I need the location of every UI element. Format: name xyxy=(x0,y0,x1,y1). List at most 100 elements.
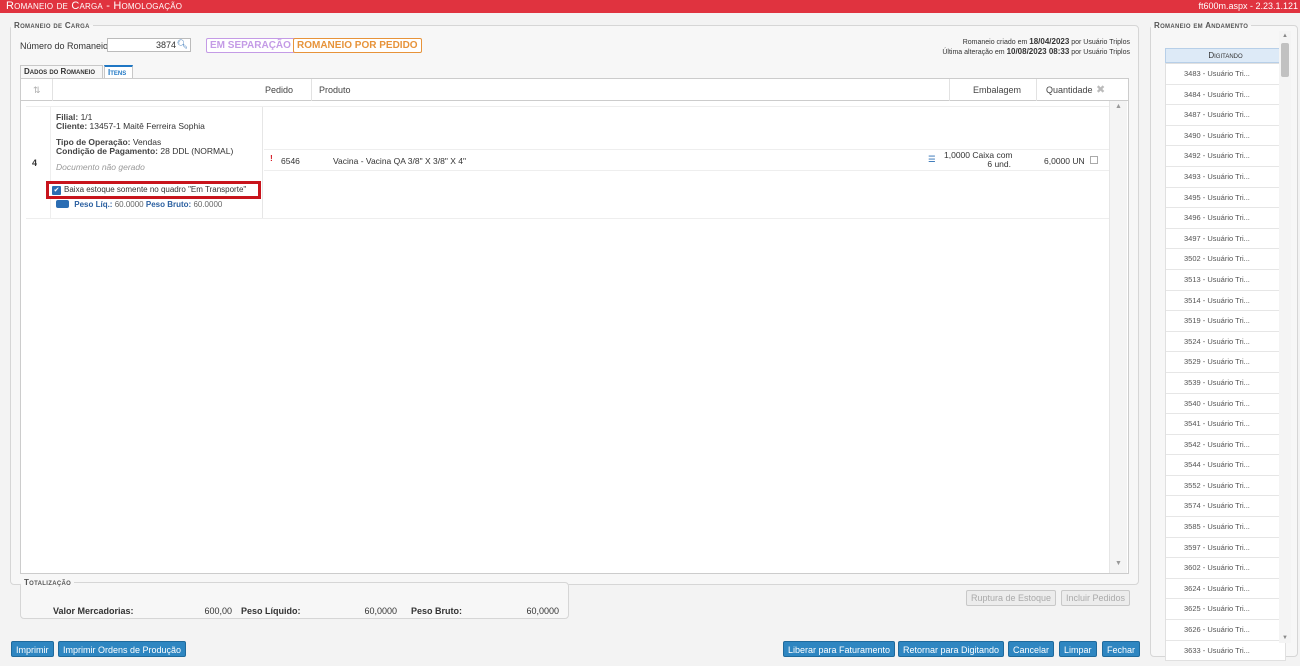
col-embalagem[interactable]: Embalagem xyxy=(973,79,1021,101)
ruptura-estoque-button[interactable]: Ruptura de Estoque xyxy=(966,590,1057,606)
sidebar-item[interactable]: 3602 - Usuário Tri... xyxy=(1166,558,1285,579)
version-label: ft600m.aspx - 2.23.1.121 xyxy=(1198,1,1298,11)
peso-bruto-total-label: Peso Bruto: xyxy=(411,606,463,616)
romaneio-andamento-panel: Romaneio em Andamento Digitando 3483 - U… xyxy=(1150,21,1298,661)
embalagem-line2: 6 und. xyxy=(987,159,1011,169)
peso-liquido-value: 60,0000 xyxy=(364,606,397,616)
sidebar-item[interactable]: 3502 - Usuário Tri... xyxy=(1166,249,1285,270)
items-grid: ⇅ Pedido Produto Embalagem Quantidade ✖ … xyxy=(20,78,1129,574)
sidebar-list: 3483 - Usuário Tri... 3484 - Usuário Tri.… xyxy=(1165,63,1286,661)
created-info: Romaneio criado em 18/04/2023 por Usuári… xyxy=(963,37,1130,47)
modified-info: Última alteração em 10/08/2023 08:33 por… xyxy=(942,47,1130,57)
fechar-button[interactable]: Fechar xyxy=(1102,641,1141,657)
imprimir-button[interactable]: Imprimir xyxy=(11,641,54,657)
valor-mercadorias-label: Valor Mercadorias: xyxy=(53,606,134,616)
sidebar-item[interactable]: 3493 - Usuário Tri... xyxy=(1166,167,1285,188)
sidebar-item[interactable]: 3487 - Usuário Tri... xyxy=(1166,105,1285,126)
sidebar-item[interactable]: 3514 - Usuário Tri... xyxy=(1166,291,1285,312)
sidebar-item[interactable]: 3483 - Usuário Tri... xyxy=(1166,64,1285,85)
sidebar-item[interactable]: 3492 - Usuário Tri... xyxy=(1166,146,1285,167)
list-icon[interactable]: ☰ xyxy=(928,154,936,165)
sidebar-item[interactable]: 3585 - Usuário Tri... xyxy=(1166,517,1285,538)
peso-bruto-label: Peso Bruto: xyxy=(145,200,192,209)
sidebar-item[interactable]: 3490 - Usuário Tri... xyxy=(1166,126,1285,147)
search-icon[interactable]: 🔍︎ xyxy=(177,39,188,50)
baixa-estoque-label: Baixa estoque somente no quadro "Em Tran… xyxy=(64,185,247,194)
col-quantidade[interactable]: Quantidade xyxy=(1046,79,1093,101)
tab-itens[interactable]: Itens xyxy=(104,65,133,78)
weight-info: Peso Líq.: 60.0000 Peso Bruto: 60.0000 xyxy=(56,200,222,209)
sidebar-item[interactable]: 3496 - Usuário Tri... xyxy=(1166,208,1285,229)
peso-liq-value: 60.0000 xyxy=(114,200,144,209)
table-row[interactable]: 4 Filial: 1/1 Cliente: 13457-1 Maitê Fer… xyxy=(26,106,1109,219)
sidebar-item[interactable]: 3625 - Usuário Tri... xyxy=(1166,599,1285,621)
col-pedido[interactable]: Pedido xyxy=(265,79,293,101)
incluir-pedidos-button[interactable]: Incluir Pedidos xyxy=(1061,590,1131,606)
window-title: Romaneio de Carga - Homologação xyxy=(6,0,183,12)
sidebar-item[interactable]: 3542 - Usuário Tri... xyxy=(1166,435,1285,456)
created-prefix: Romaneio criado em xyxy=(962,39,1028,46)
baixa-estoque-checkbox-highlight: ✔ Baixa estoque somente no quadro "Em Tr… xyxy=(46,181,261,199)
retornar-digitando-button[interactable]: Retornar para Digitando xyxy=(898,641,1005,657)
peso-bruto-value: 60.0000 xyxy=(193,200,223,209)
sidebar-scrollbar[interactable]: ▲ ▼ xyxy=(1279,31,1291,643)
sidebar-item[interactable]: 3552 - Usuário Tri... xyxy=(1166,476,1285,497)
sidebar-item[interactable]: 3497 - Usuário Tri... xyxy=(1166,229,1285,250)
condicao-pagamento-value: 28 DDL (NORMAL) xyxy=(160,146,234,156)
sidebar-item[interactable]: 3633 - Usuário Tri... xyxy=(1166,641,1285,660)
sidebar-item[interactable]: 3484 - Usuário Tri... xyxy=(1166,85,1285,106)
sidebar-header-digitando[interactable]: Digitando xyxy=(1165,48,1286,63)
item-embalagem: 1,0000 Caixa com 6 und. xyxy=(944,151,1013,169)
grid-header: ⇅ Pedido Produto Embalagem Quantidade ✖ xyxy=(21,79,1128,101)
status-badge-pedido: ROMANEIO POR PEDIDO xyxy=(293,38,422,53)
sidebar-item[interactable]: 3624 - Usuário Tri... xyxy=(1166,579,1285,600)
peso-liquido-label: Peso Líquido: xyxy=(241,606,301,616)
totalizacao-panel: Totalização Valor Mercadorias: 600,00 Pe… xyxy=(20,578,569,619)
sidebar-item[interactable]: 3519 - Usuário Tri... xyxy=(1166,311,1285,332)
doc-status: Documento não gerado xyxy=(56,162,145,172)
title-bar: Romaneio de Carga - Homologação ft600m.a… xyxy=(0,0,1300,13)
cancelar-button[interactable]: Cancelar xyxy=(1008,641,1055,657)
clear-columns-icon[interactable]: ✖ xyxy=(1096,79,1105,101)
sidebar-item[interactable]: 3626 - Usuário Tri... xyxy=(1166,620,1285,641)
sidebar-item[interactable]: 3597 - Usuário Tri... xyxy=(1166,538,1285,559)
sidebar-item[interactable]: 3524 - Usuário Tri... xyxy=(1166,332,1285,353)
sidebar-item[interactable]: 3544 - Usuário Tri... xyxy=(1166,455,1285,476)
warning-icon: ! xyxy=(270,153,273,163)
sidebar-legend: Romaneio em Andamento xyxy=(1154,21,1249,30)
modified-date: 10/08/2023 08:33 xyxy=(1006,47,1070,56)
grid-scrollbar[interactable]: ▲ ▼ xyxy=(1109,101,1127,573)
col-produto[interactable]: Produto xyxy=(319,79,351,101)
sidebar-item[interactable]: 3574 - Usuário Tri... xyxy=(1166,496,1285,518)
liberar-faturamento-button[interactable]: Liberar para Faturamento xyxy=(783,641,896,657)
item-pedido: 6546 xyxy=(281,156,300,166)
sidebar-item[interactable]: 3540 - Usuário Tri... xyxy=(1166,394,1285,415)
created-by: por Usuário Triplos xyxy=(1071,39,1130,46)
baixa-estoque-checkbox[interactable]: ✔ xyxy=(52,186,61,195)
item-row[interactable]: ! 6546 Vacina - Vacina QA 3/8" X 3/8" X … xyxy=(264,149,1109,171)
condicao-pagamento-label: Condição de Pagamento: xyxy=(56,146,159,156)
modified-by: por Usuário Triplos xyxy=(1071,49,1130,56)
sidebar-item[interactable]: 3529 - Usuário Tri... xyxy=(1166,352,1285,373)
numero-input[interactable]: 3874 🔍︎ xyxy=(107,38,191,52)
sidebar-scroll-thumb[interactable] xyxy=(1281,43,1289,77)
created-date: 18/04/2023 xyxy=(1029,37,1070,46)
imprimir-ordens-button[interactable]: Imprimir Ordens de Produção xyxy=(58,641,187,657)
truck-icon xyxy=(56,200,69,208)
romaneio-details-cell: Filial: 1/1 Cliente: 13457-1 Maitê Ferre… xyxy=(50,107,263,218)
row-number: 4 xyxy=(32,158,38,168)
sidebar-item[interactable]: 3541 - Usuário Tri... xyxy=(1166,414,1285,435)
item-checkbox[interactable] xyxy=(1090,156,1098,164)
limpar-button[interactable]: Limpar xyxy=(1059,641,1097,657)
sidebar-item[interactable]: 3495 - Usuário Tri... xyxy=(1166,188,1285,209)
sidebar-item[interactable]: 3539 - Usuário Tri... xyxy=(1166,373,1285,394)
cliente-value: 13457-1 Maitê Ferreira Sophia xyxy=(89,121,205,131)
sort-icon[interactable]: ⇅ xyxy=(33,79,41,101)
peso-bruto-total-value: 60,0000 xyxy=(526,606,559,616)
modified-prefix: Última alteração em xyxy=(942,49,1005,56)
sidebar-item[interactable]: 3513 - Usuário Tri... xyxy=(1166,270,1285,291)
item-produto: Vacina - Vacina QA 3/8" X 3/8" X 4" xyxy=(333,156,467,166)
peso-liq-label: Peso Líq.: xyxy=(74,200,113,209)
tab-dados-romaneio[interactable]: Dados do Romaneio xyxy=(20,65,103,78)
item-quantidade: 6,0000 UN xyxy=(1044,156,1085,166)
